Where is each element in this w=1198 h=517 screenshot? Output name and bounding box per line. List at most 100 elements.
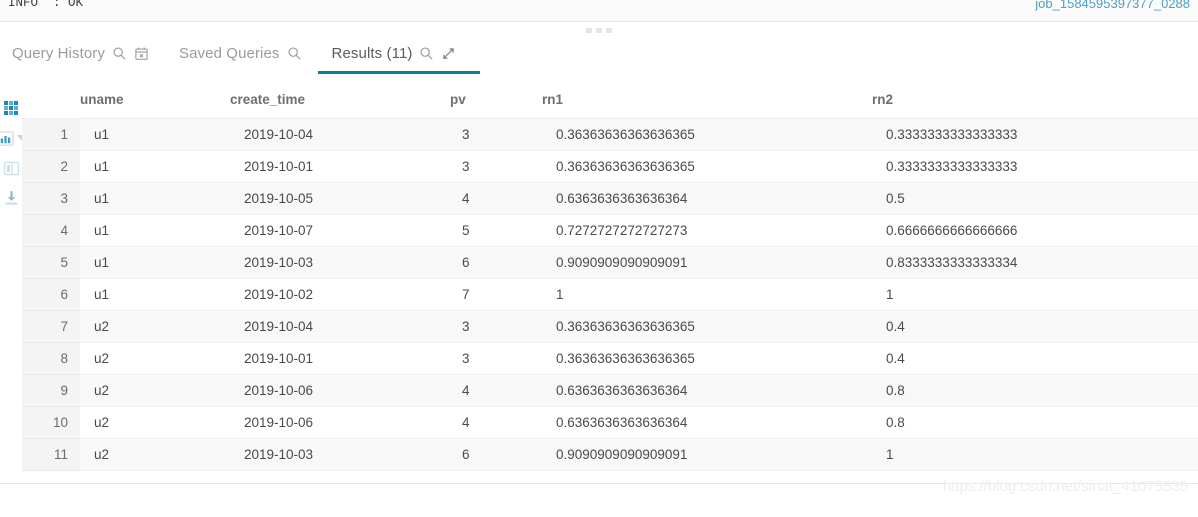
cell-pv: 3 bbox=[450, 342, 542, 375]
cell-index: 6 bbox=[22, 278, 80, 311]
column-header-pv[interactable]: pv bbox=[450, 82, 542, 119]
cell-create-time: 2019-10-02 bbox=[230, 278, 450, 311]
cell-rn2: 1 bbox=[872, 438, 1198, 471]
tab-active-underline bbox=[317, 71, 481, 74]
table-row[interactable]: 4 u1 2019-10-07 5 0.7272727272727273 0.666666… bbox=[22, 214, 1198, 247]
table-header-row: uname create_time pv rn1 rn2 bbox=[22, 82, 1198, 119]
results-tabbar: Query History Saved Queries Results (11) bbox=[0, 36, 1198, 74]
tab-saved-queries[interactable]: Saved Queries bbox=[179, 36, 302, 70]
cell-rn1: 0.6363636363636364 bbox=[542, 406, 872, 439]
cell-index: 10 bbox=[22, 406, 80, 439]
search-icon[interactable] bbox=[419, 46, 434, 61]
table-row[interactable]: 8 u2 2019-10-01 3 0.36363636363636365 0.4 bbox=[22, 342, 1198, 375]
cell-pv: 5 bbox=[450, 214, 542, 247]
cell-rn2: 0.3333333333333333 bbox=[872, 150, 1198, 183]
bar-chart-icon[interactable] bbox=[0, 128, 15, 148]
cell-index: 11 bbox=[22, 438, 80, 471]
download-icon[interactable] bbox=[1, 188, 21, 208]
cell-rn2: 0.8 bbox=[872, 374, 1198, 407]
cell-uname: u1 bbox=[80, 214, 230, 247]
handle-dot bbox=[586, 27, 592, 33]
cell-pv: 6 bbox=[450, 438, 542, 471]
search-icon[interactable] bbox=[287, 46, 302, 61]
results-toolbar-rail bbox=[0, 82, 27, 502]
cell-rn1: 0.36363636363636365 bbox=[542, 310, 872, 343]
tab-results-label: Results (11) bbox=[331, 44, 413, 62]
cell-uname: u1 bbox=[80, 246, 230, 279]
table-row[interactable]: 2 u1 2019-10-01 3 0.36363636363636365 0.33333… bbox=[22, 150, 1198, 183]
table-row[interactable]: 3 u1 2019-10-05 4 0.6363636363636364 0.5 bbox=[22, 182, 1198, 215]
cell-pv: 6 bbox=[450, 246, 542, 279]
table-row[interactable]: 7 u2 2019-10-04 3 0.36363636363636365 0.4 bbox=[22, 310, 1198, 343]
cell-index: 7 bbox=[22, 310, 80, 343]
tab-results[interactable]: Results (11) bbox=[317, 36, 481, 74]
columns-icon[interactable] bbox=[1, 158, 21, 178]
tab-query-history[interactable]: Query History bbox=[12, 36, 149, 70]
tab-query-history-label: Query History bbox=[12, 44, 105, 62]
cell-pv: 4 bbox=[450, 406, 542, 439]
column-header-create-time[interactable]: create_time bbox=[230, 82, 450, 119]
table-row[interactable]: 9 u2 2019-10-06 4 0.6363636363636364 0.8 bbox=[22, 374, 1198, 407]
handle-dot bbox=[606, 27, 612, 33]
cell-index: 1 bbox=[22, 118, 80, 151]
handle-dot bbox=[596, 27, 602, 33]
table-row[interactable]: 11 u2 2019-10-03 6 0.9090909090909091 1 bbox=[22, 438, 1198, 471]
cell-create-time: 2019-10-04 bbox=[230, 310, 450, 343]
cell-create-time: 2019-10-05 bbox=[230, 182, 450, 215]
cell-rn2: 0.4 bbox=[872, 310, 1198, 343]
cell-rn1: 0.9090909090909091 bbox=[542, 438, 872, 471]
search-icon[interactable] bbox=[112, 46, 127, 61]
watermark-text: https://blog.csdn.net/sinat_41075535 bbox=[942, 478, 1188, 495]
cell-rn1: 0.36363636363636365 bbox=[542, 118, 872, 151]
cell-create-time: 2019-10-06 bbox=[230, 374, 450, 407]
cell-rn2: 1 bbox=[872, 278, 1198, 311]
cell-rn1: 0.36363636363636365 bbox=[542, 342, 872, 375]
cell-index: 4 bbox=[22, 214, 80, 247]
column-header-rn1[interactable]: rn1 bbox=[542, 82, 872, 119]
cell-rn1: 0.36363636363636365 bbox=[542, 150, 872, 183]
results-table-body: 1 u1 2019-10-04 3 0.36363636363636365 0.33333… bbox=[22, 118, 1198, 471]
calendar-icon[interactable] bbox=[134, 46, 149, 61]
table-row[interactable]: 10 u2 2019-10-06 4 0.6363636363636364 0.8 bbox=[22, 406, 1198, 439]
cell-create-time: 2019-10-06 bbox=[230, 406, 450, 439]
cell-uname: u2 bbox=[80, 438, 230, 471]
column-header-index bbox=[22, 82, 80, 119]
cell-create-time: 2019-10-03 bbox=[230, 438, 450, 471]
info-status-text: INFO : OK bbox=[8, 0, 84, 10]
table-row[interactable]: 6 u1 2019-10-02 7 1 1 bbox=[22, 278, 1198, 311]
column-header-uname[interactable]: uname bbox=[80, 82, 230, 119]
cell-index: 2 bbox=[22, 150, 80, 183]
cell-rn2: 0.4 bbox=[872, 342, 1198, 375]
cell-create-time: 2019-10-03 bbox=[230, 246, 450, 279]
cell-pv: 4 bbox=[450, 182, 542, 215]
job-id-link[interactable]: job_1584595397377_0288 bbox=[1035, 0, 1190, 11]
cell-rn1: 0.6363636363636364 bbox=[542, 374, 872, 407]
column-header-rn2[interactable]: rn2 bbox=[872, 82, 1198, 119]
cell-pv: 3 bbox=[450, 118, 542, 151]
grid-glyph bbox=[4, 101, 18, 115]
cell-pv: 4 bbox=[450, 374, 542, 407]
cell-uname: u2 bbox=[80, 310, 230, 343]
cell-rn2: 0.6666666666666666 bbox=[872, 214, 1198, 247]
cell-create-time: 2019-10-04 bbox=[230, 118, 450, 151]
table-row[interactable]: 1 u1 2019-10-04 3 0.36363636363636365 0.33333… bbox=[22, 118, 1198, 151]
table-row[interactable]: 5 u1 2019-10-03 6 0.9090909090909091 0.833333… bbox=[22, 246, 1198, 279]
cell-create-time: 2019-10-01 bbox=[230, 342, 450, 375]
cell-rn2: 0.5 bbox=[872, 182, 1198, 215]
expand-icon[interactable] bbox=[441, 46, 456, 61]
cell-uname: u2 bbox=[80, 342, 230, 375]
cell-rn1: 0.7272727272727273 bbox=[542, 214, 872, 247]
results-table-container[interactable]: uname create_time pv rn1 rn2 1 u1 2019-10-… bbox=[22, 82, 1198, 473]
cell-rn1: 1 bbox=[542, 278, 872, 311]
results-table-head: uname create_time pv rn1 rn2 bbox=[22, 82, 1198, 119]
cell-uname: u2 bbox=[80, 406, 230, 439]
cell-uname: u2 bbox=[80, 374, 230, 407]
cell-rn2: 0.3333333333333333 bbox=[872, 118, 1198, 151]
grid-view-icon[interactable] bbox=[1, 98, 21, 118]
tab-saved-queries-label: Saved Queries bbox=[179, 44, 280, 62]
cell-create-time: 2019-10-01 bbox=[230, 150, 450, 183]
cell-rn1: 0.9090909090909091 bbox=[542, 246, 872, 279]
cell-index: 5 bbox=[22, 246, 80, 279]
results-table: uname create_time pv rn1 rn2 1 u1 2019-10-… bbox=[22, 82, 1198, 471]
panel-resize-handle[interactable] bbox=[586, 25, 612, 35]
